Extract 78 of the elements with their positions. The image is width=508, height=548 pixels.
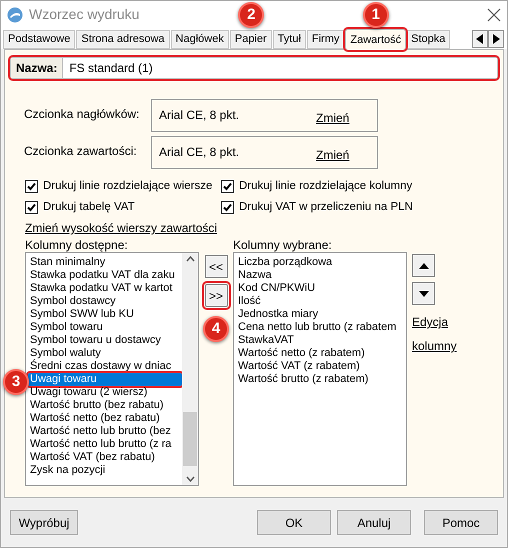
- list-item[interactable]: Jednostka miary: [236, 308, 406, 321]
- checkbox-label: Drukuj linie rozdzielające wiersze: [43, 178, 212, 194]
- list-item[interactable]: Uwagi towaru (2 wiersz): [28, 386, 182, 399]
- move-button[interactable]: <<: [204, 255, 228, 278]
- step-number-badge: 4: [203, 316, 229, 342]
- move-up-button[interactable]: [412, 254, 435, 277]
- list-label: Kolumny wybrane:: [233, 237, 333, 252]
- scroll-right-button[interactable]: [488, 30, 504, 48]
- list-item[interactable]: Ilość: [236, 295, 406, 308]
- checkbox-label: Drukuj VAT w przeliczeniu na PLN: [239, 200, 413, 215]
- name-field[interactable]: Nazwa: FS standard (1): [10, 57, 498, 79]
- list-item[interactable]: Liczba porządkowa: [236, 256, 406, 269]
- tab[interactable]: Nagłówek: [170, 30, 229, 49]
- list-item[interactable]: Wartość netto (bez rabatu): [28, 412, 182, 425]
- scrollbar[interactable]: [182, 253, 198, 485]
- list-item[interactable]: Wartość netto lub brutto (bez: [28, 425, 182, 438]
- field-label: Nazwa:: [11, 58, 64, 78]
- list-label: Kolumny dostępne:: [25, 237, 129, 252]
- list-item[interactable]: Średni czas dostawy w dniac: [28, 360, 182, 373]
- list-item[interactable]: Wartość brutto (bez rabatu): [28, 399, 182, 412]
- font-value: Arial CE, 8 pkt.: [159, 107, 240, 124]
- tab[interactable]: Strona adresowa: [76, 30, 170, 49]
- list-item[interactable]: Kod CN/PKWiU: [236, 282, 406, 295]
- list-item[interactable]: Wartość VAT (bez rabatu): [28, 451, 182, 464]
- list-item[interactable]: Symbol SWW lub KU: [28, 308, 182, 321]
- list-item[interactable]: Stan minimalny: [28, 256, 182, 269]
- list-item[interactable]: Uwagi towaru: [28, 373, 182, 386]
- list-item[interactable]: Cena netto lub brutto (z rabatem: [236, 321, 406, 334]
- left-triangle-icon: [476, 34, 484, 44]
- dialog-button[interactable]: Wypróbuj: [10, 510, 78, 535]
- step-number-badge: 3: [3, 369, 29, 395]
- dialog-button[interactable]: OK: [257, 510, 331, 535]
- up-triangle-icon: [418, 262, 428, 268]
- list-item[interactable]: Wartość VAT (z rabatem): [236, 360, 406, 373]
- edit-columns-link[interactable]: Edycja: [412, 313, 457, 331]
- dialog-button[interactable]: Anuluj: [337, 510, 411, 535]
- change-link[interactable]: Zmień: [316, 146, 350, 164]
- checkbox-label: Drukuj linie rozdzielające kolumny: [239, 178, 412, 194]
- window-title: Wzorzec wydruku: [29, 5, 140, 24]
- tab[interactable]: Zawartość: [345, 29, 406, 50]
- scrollbar-thumb[interactable]: [183, 412, 197, 466]
- change-link[interactable]: Zmień: [316, 109, 350, 127]
- list-item[interactable]: Nazwa: [236, 269, 406, 282]
- edit-columns-link[interactable]: kolumny: [412, 337, 457, 355]
- list-item[interactable]: Wartość brutto (z rabatem): [236, 373, 406, 386]
- row-height-link[interactable]: Zmień wysokość wierszy zawartości: [25, 221, 218, 235]
- checkbox[interactable]: [25, 201, 38, 214]
- move-down-button[interactable]: [412, 282, 435, 305]
- list-item[interactable]: Symbol dostawcy: [28, 295, 182, 308]
- tab[interactable]: Podstawowe: [3, 30, 76, 49]
- font-value: Arial CE, 8 pkt.: [159, 144, 240, 161]
- tab[interactable]: Stopka: [406, 30, 450, 49]
- checkbox[interactable]: [25, 180, 38, 193]
- down-triangle-icon: [418, 290, 428, 296]
- scroll-down-icon[interactable]: [186, 476, 194, 482]
- font-label: Czcionka zawartości:: [24, 143, 138, 160]
- scroll-up-icon[interactable]: [186, 256, 194, 262]
- dialog-button[interactable]: Pomoc: [424, 510, 498, 535]
- checkbox[interactable]: [221, 180, 234, 193]
- checkbox[interactable]: [221, 201, 234, 214]
- list-item[interactable]: Wartość netto (z rabatem): [236, 347, 406, 360]
- tab[interactable]: Firmy: [306, 30, 344, 49]
- close-icon[interactable]: [487, 8, 501, 22]
- list-item[interactable]: Symbol towaru: [28, 321, 182, 334]
- checkbox-label: Drukuj tabelę VAT: [43, 200, 135, 215]
- scroll-left-button[interactable]: [472, 30, 488, 48]
- list-item[interactable]: Wartość netto lub brutto (z ra: [28, 438, 182, 451]
- right-triangle-icon: [492, 34, 500, 44]
- app-logo-icon: [7, 6, 23, 22]
- tab[interactable]: Tytuł: [272, 30, 306, 49]
- list-item[interactable]: Stawka podatku VAT w kartot: [28, 282, 182, 295]
- list-item[interactable]: Symbol waluty: [28, 347, 182, 360]
- font-label: Czcionka nagłówków:: [24, 106, 140, 123]
- tab[interactable]: Papier: [230, 30, 272, 49]
- list-item[interactable]: StawkaVAT: [236, 334, 406, 347]
- list-item[interactable]: Zysk na pozycji: [28, 464, 182, 477]
- list-item[interactable]: Symbol towaru u dostawcy: [28, 334, 182, 347]
- list-item[interactable]: Stawka podatku VAT dla zaku: [28, 269, 182, 282]
